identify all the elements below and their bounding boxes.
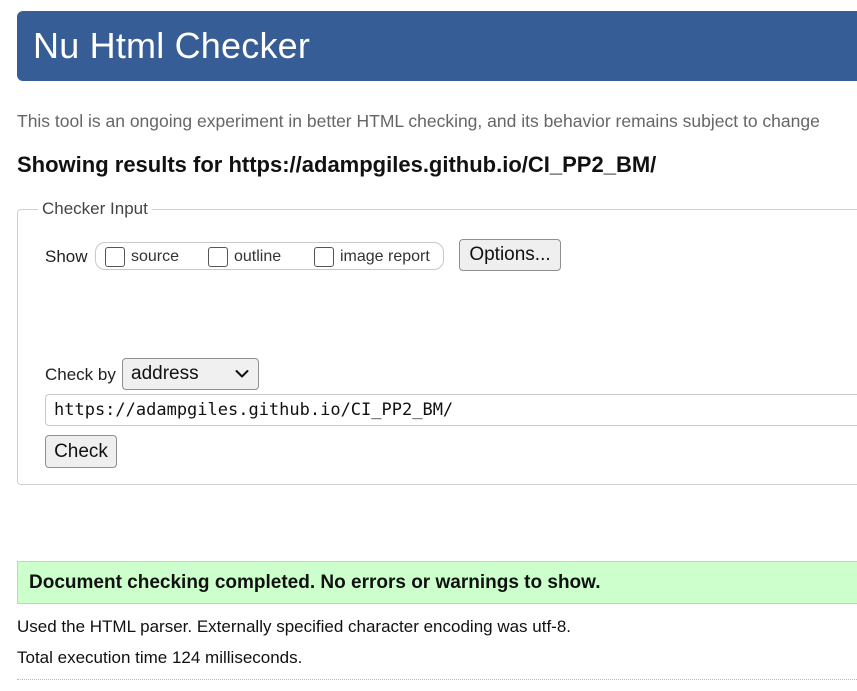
results-heading: Showing results for https://adampgiles.g… (17, 152, 657, 177)
source-checkbox-box[interactable] (105, 247, 125, 267)
parser-info: Used the HTML parser. Externally specifi… (17, 617, 572, 636)
app-title: Nu Html Checker (33, 25, 311, 66)
outline-checkbox[interactable]: outline (208, 247, 281, 267)
success-message: Document checking completed. No errors o… (17, 561, 857, 604)
app-header: Nu Html Checker (17, 11, 857, 81)
checker-input-legend: Checker Input (38, 199, 152, 219)
image-report-checkbox-box[interactable] (314, 247, 334, 267)
check-button[interactable]: Check (45, 435, 117, 468)
url-input[interactable]: https://adampgiles.github.io/CI_PP2_BM/ (45, 394, 857, 426)
image-report-checkbox-label: image report (340, 248, 430, 265)
options-button[interactable]: Options... (459, 239, 561, 271)
checker-input-fieldset: Checker Input Show source outline image … (17, 199, 857, 485)
show-label: Show (45, 247, 88, 266)
chevron-down-icon (235, 370, 249, 378)
show-options-group: source outline image report (95, 242, 444, 270)
check-by-select[interactable]: address (122, 358, 259, 390)
image-report-checkbox[interactable]: image report (314, 247, 430, 267)
footer-divider (17, 679, 857, 680)
check-by-selected-value: address (131, 363, 199, 384)
outline-checkbox-box[interactable] (208, 247, 228, 267)
check-by-label: Check by (45, 365, 116, 384)
outline-checkbox-label: outline (234, 248, 282, 265)
execution-time: Total execution time 124 milliseconds. (17, 648, 303, 667)
source-checkbox[interactable]: source (105, 247, 179, 267)
source-checkbox-label: source (131, 248, 180, 265)
tagline: This tool is an ongoing experiment in be… (17, 111, 820, 131)
